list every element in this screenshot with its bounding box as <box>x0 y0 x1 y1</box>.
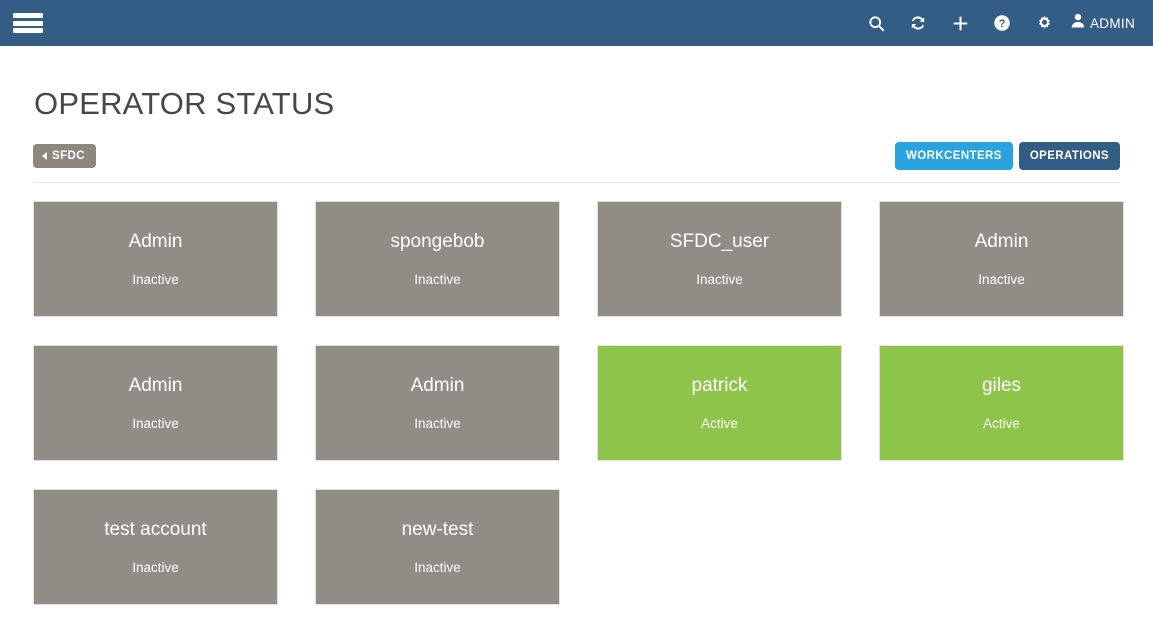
top-navigation-bar: ? ADMIN <box>0 0 1153 46</box>
operator-card[interactable]: spongebob Inactive <box>315 201 560 317</box>
view-toggle-group: WORKCENTERS OPERATIONS <box>895 142 1120 170</box>
search-icon[interactable] <box>855 0 897 46</box>
operator-name: new-test <box>402 520 474 539</box>
operator-status: Active <box>983 417 1020 431</box>
operator-card-grid: Admin Inactive spongebob Inactive SFDC_u… <box>33 201 1120 605</box>
operator-status: Inactive <box>414 561 461 575</box>
operator-name: Admin <box>975 232 1029 251</box>
operator-status: Inactive <box>978 273 1025 287</box>
plus-icon[interactable] <box>939 0 981 46</box>
user-menu[interactable]: ADMIN <box>1065 0 1143 46</box>
operator-card[interactable]: new-test Inactive <box>315 489 560 605</box>
refresh-icon[interactable] <box>897 0 939 46</box>
operator-card[interactable]: SFDC_user Inactive <box>597 201 842 317</box>
operator-card[interactable]: giles Active <box>879 345 1124 461</box>
operator-status: Inactive <box>132 417 179 431</box>
gear-icon[interactable] <box>1023 0 1065 46</box>
action-toolbar: SFDC WORKCENTERS OPERATIONS <box>33 142 1120 183</box>
operator-status: Active <box>701 417 738 431</box>
operator-status: Inactive <box>132 273 179 287</box>
operator-name: SFDC_user <box>670 232 769 251</box>
workcenters-button[interactable]: WORKCENTERS <box>895 142 1013 170</box>
operator-card[interactable]: patrick Active <box>597 345 842 461</box>
page-title: OPERATOR STATUS <box>34 86 1120 122</box>
hamburger-menu-icon[interactable] <box>13 10 43 36</box>
svg-text:?: ? <box>999 18 1006 30</box>
top-bar-actions: ? ADMIN <box>855 0 1143 46</box>
operator-card[interactable]: Admin Inactive <box>315 345 560 461</box>
hamburger-bar <box>13 21 43 26</box>
operator-status: Inactive <box>696 273 743 287</box>
operator-card[interactable]: Admin Inactive <box>879 201 1124 317</box>
help-icon[interactable]: ? <box>981 0 1023 46</box>
operator-name: patrick <box>692 376 748 395</box>
operator-name: giles <box>982 376 1021 395</box>
operator-name: Admin <box>411 376 465 395</box>
hamburger-bar <box>13 28 43 33</box>
back-to-sfdc-button[interactable]: SFDC <box>33 144 96 168</box>
operator-name: test account <box>104 520 206 539</box>
operator-card[interactable]: Admin Inactive <box>33 201 278 317</box>
hamburger-bar <box>13 13 43 18</box>
user-menu-label: ADMIN <box>1090 16 1135 31</box>
operator-card[interactable]: test account Inactive <box>33 489 278 605</box>
page-content: OPERATOR STATUS SFDC WORKCENTERS OPERATI… <box>0 86 1153 605</box>
operator-card[interactable]: Admin Inactive <box>33 345 278 461</box>
operator-status: Inactive <box>132 561 179 575</box>
operator-name: spongebob <box>390 232 484 251</box>
operations-button[interactable]: OPERATIONS <box>1019 142 1120 170</box>
operator-name: Admin <box>129 376 183 395</box>
user-icon <box>1071 13 1085 33</box>
operator-status: Inactive <box>414 417 461 431</box>
back-button-label: SFDC <box>52 150 85 162</box>
chevron-left-icon <box>42 152 47 160</box>
operator-name: Admin <box>129 232 183 251</box>
operator-status: Inactive <box>414 273 461 287</box>
